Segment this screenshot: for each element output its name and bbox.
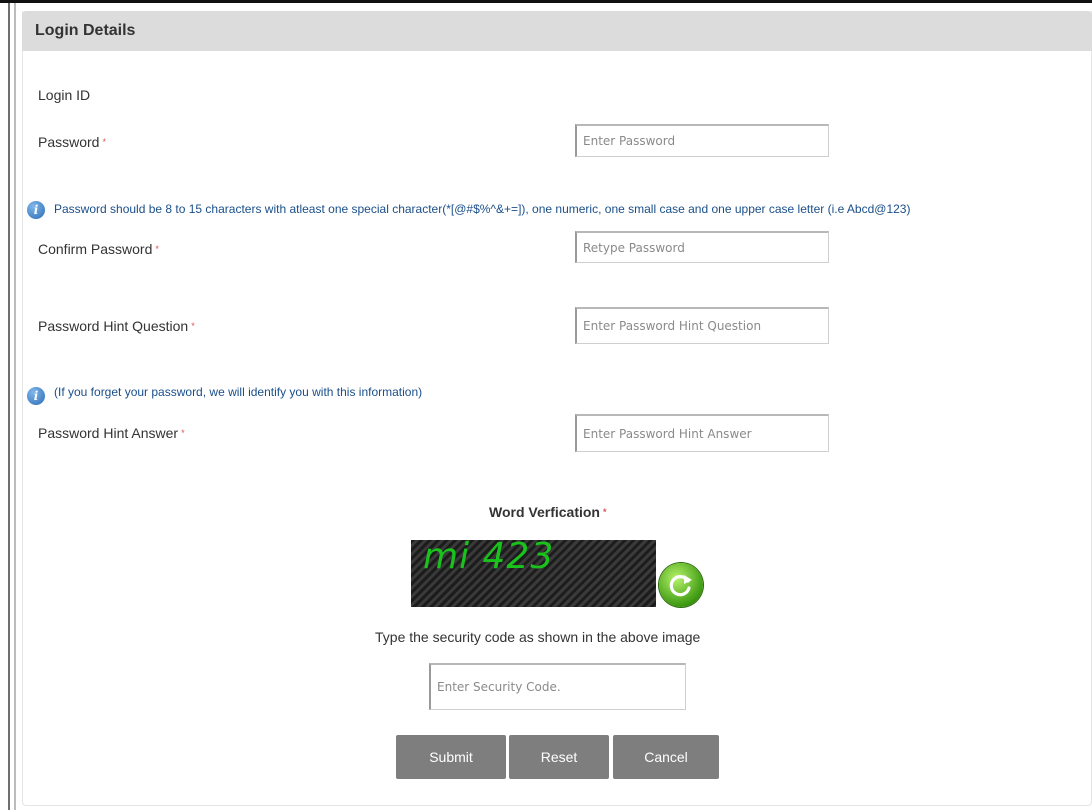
refresh-captcha-button[interactable]: [659, 563, 703, 607]
cancel-button[interactable]: Cancel: [613, 735, 719, 779]
submit-button[interactable]: Submit: [396, 735, 506, 779]
login-id-label-text: Login ID: [38, 87, 91, 103]
hint-info: (If you forget your password, we will id…: [54, 385, 423, 399]
hint-answer-input[interactable]: [575, 414, 829, 452]
confirm-password-input[interactable]: [575, 231, 829, 263]
required-marker: *: [102, 137, 106, 147]
password-label: Password *: [38, 134, 106, 150]
left-border-inner: [14, 3, 16, 810]
required-marker: *: [181, 428, 185, 438]
panel-header: [22, 11, 1092, 51]
required-marker: *: [602, 507, 607, 517]
login-id-label: Login ID: [38, 87, 90, 103]
top-rule: [0, 0, 1092, 3]
captcha-instruction: Type the security code as shown in the a…: [375, 629, 701, 645]
hint-question-input[interactable]: [575, 307, 829, 344]
info-icon: i: [27, 201, 45, 219]
hint-answer-label-text: Password Hint Answer: [38, 425, 179, 441]
password-input[interactable]: [575, 124, 829, 157]
panel-title: Login Details: [35, 22, 136, 39]
info-icon: i: [27, 387, 45, 405]
hint-answer-label: Password Hint Answer *: [38, 425, 185, 441]
confirm-password-label: Confirm Password *: [38, 241, 159, 257]
password-label-text: Password: [38, 134, 100, 150]
confirm-password-label-text: Confirm Password: [38, 241, 153, 257]
left-border: [8, 3, 10, 810]
hint-question-label: Password Hint Question *: [38, 318, 195, 334]
reset-button[interactable]: Reset: [509, 735, 609, 779]
captcha-image: mi 423: [411, 536, 656, 607]
refresh-icon: [669, 575, 692, 597]
word-verification-title-text: Word Verfication: [489, 504, 600, 520]
required-marker: *: [191, 321, 195, 331]
captcha-code: mi 423: [423, 536, 555, 577]
password-rules-info: Password should be 8 to 15 characters wi…: [54, 202, 911, 216]
security-code-input[interactable]: [429, 663, 686, 710]
hint-question-label-text: Password Hint Question: [38, 318, 189, 334]
word-verification-title: Word Verfication *: [489, 504, 607, 520]
required-marker: *: [155, 244, 159, 254]
